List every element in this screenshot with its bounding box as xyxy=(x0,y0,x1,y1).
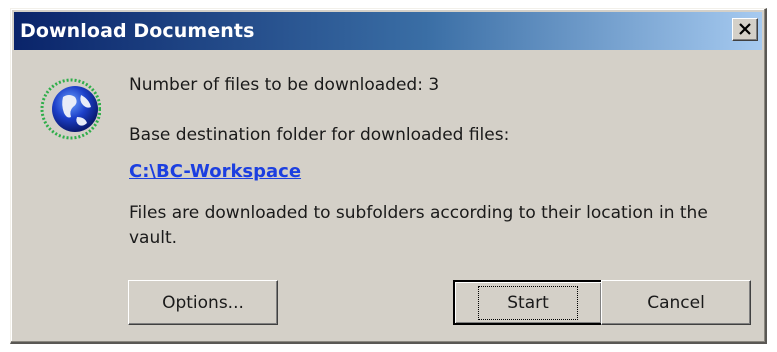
options-button[interactable]: Options... xyxy=(128,280,278,325)
dialog-title: Download Documents xyxy=(20,20,255,42)
info-text: Files are downloaded to subfolders accor… xyxy=(129,203,708,248)
file-count-text: Number of files to be downloaded: 3 xyxy=(129,75,440,95)
start-button[interactable]: Start xyxy=(453,280,603,325)
globe-icon xyxy=(37,67,102,145)
close-button[interactable] xyxy=(732,18,758,41)
cancel-button[interactable]: Cancel xyxy=(601,280,751,325)
cancel-button-label: Cancel xyxy=(647,292,705,313)
start-button-label: Start xyxy=(478,285,578,320)
title-bar[interactable]: Download Documents xyxy=(14,12,762,50)
close-icon xyxy=(738,20,752,39)
destination-folder-link[interactable]: C:\BC-Workspace xyxy=(129,161,301,182)
download-documents-dialog: Download Documents Number of files to be… xyxy=(10,8,767,344)
options-button-label: Options... xyxy=(162,292,244,313)
destination-label: Base destination folder for downloaded f… xyxy=(129,125,510,145)
